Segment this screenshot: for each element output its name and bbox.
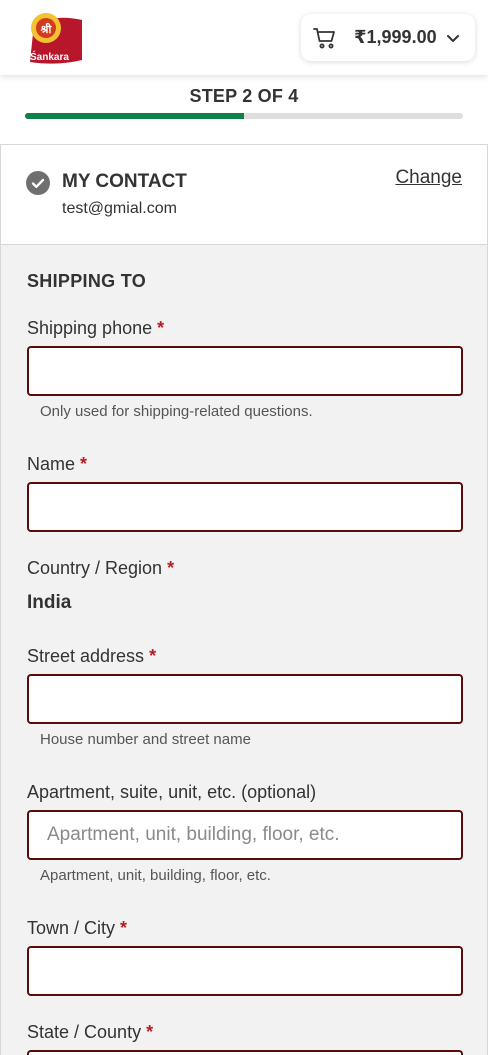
apartment-label: Apartment, suite, unit, etc. (optional): [27, 782, 317, 802]
shipping-phone-input[interactable]: [29, 348, 461, 394]
shipping-phone-help: Only used for shipping-related questions…: [40, 403, 313, 420]
sankara-logo[interactable]: श्री Śankara: [26, 10, 84, 65]
shipping-phone-label: Shipping phone *: [27, 318, 164, 339]
state-label-text: State / County: [27, 1022, 142, 1042]
street-address-label: Street address *: [27, 646, 156, 667]
required-mark: *: [157, 318, 165, 338]
contact-title: MY CONTACT: [62, 171, 187, 192]
svg-text:श्री: श्री: [40, 22, 53, 36]
name-field[interactable]: [27, 482, 463, 532]
contact-email: test@gmial.com: [62, 200, 177, 217]
progress-bar: [25, 113, 463, 119]
state-field[interactable]: [27, 1050, 463, 1055]
city-input[interactable]: [29, 948, 461, 994]
required-mark: *: [149, 646, 157, 666]
apartment-field[interactable]: [27, 810, 463, 860]
name-label-text: Name: [27, 454, 76, 474]
cart-icon: [313, 26, 337, 50]
site-header: श्री Śankara ₹1,999.00: [0, 0, 488, 75]
street-address-label-text: Street address: [27, 646, 145, 666]
shipping-phone-field[interactable]: [27, 346, 463, 396]
required-mark: *: [120, 918, 128, 938]
city-field[interactable]: [27, 946, 463, 996]
city-label-text: Town / City: [27, 918, 116, 938]
step-indicator: STEP 2 OF 4: [189, 86, 299, 106]
svg-text:Śankara: Śankara: [30, 50, 69, 63]
country-value: India: [27, 592, 72, 613]
state-label: State / County *: [27, 1022, 153, 1043]
required-mark: *: [80, 454, 88, 474]
chevron-down-icon: [445, 30, 461, 46]
change-contact-link[interactable]: Change: [395, 167, 462, 189]
shipping-phone-label-text: Shipping phone: [27, 318, 153, 338]
required-mark: *: [146, 1022, 154, 1042]
street-address-input[interactable]: [29, 676, 461, 722]
name-input[interactable]: [29, 484, 461, 530]
name-label: Name *: [27, 454, 87, 475]
shipping-section: SHIPPING TO Shipping phone * Only used f…: [0, 245, 488, 1055]
progress-bar-fill: [25, 113, 244, 119]
country-label-text: Country / Region: [27, 558, 163, 578]
contact-summary: MY CONTACT test@gmial.com Change: [0, 144, 488, 245]
cart-total: ₹1,999.00: [354, 27, 437, 47]
required-mark: *: [167, 558, 175, 578]
cart-summary-button[interactable]: ₹1,999.00: [301, 14, 475, 61]
apartment-input[interactable]: [29, 812, 461, 858]
street-address-field[interactable]: [27, 674, 463, 724]
country-label: Country / Region *: [27, 558, 174, 579]
check-circle-icon: [26, 171, 50, 195]
street-address-help: House number and street name: [40, 731, 251, 748]
shipping-title: SHIPPING TO: [27, 271, 146, 291]
apartment-help: Apartment, unit, building, floor, etc.: [40, 867, 271, 884]
city-label: Town / City *: [27, 918, 127, 939]
